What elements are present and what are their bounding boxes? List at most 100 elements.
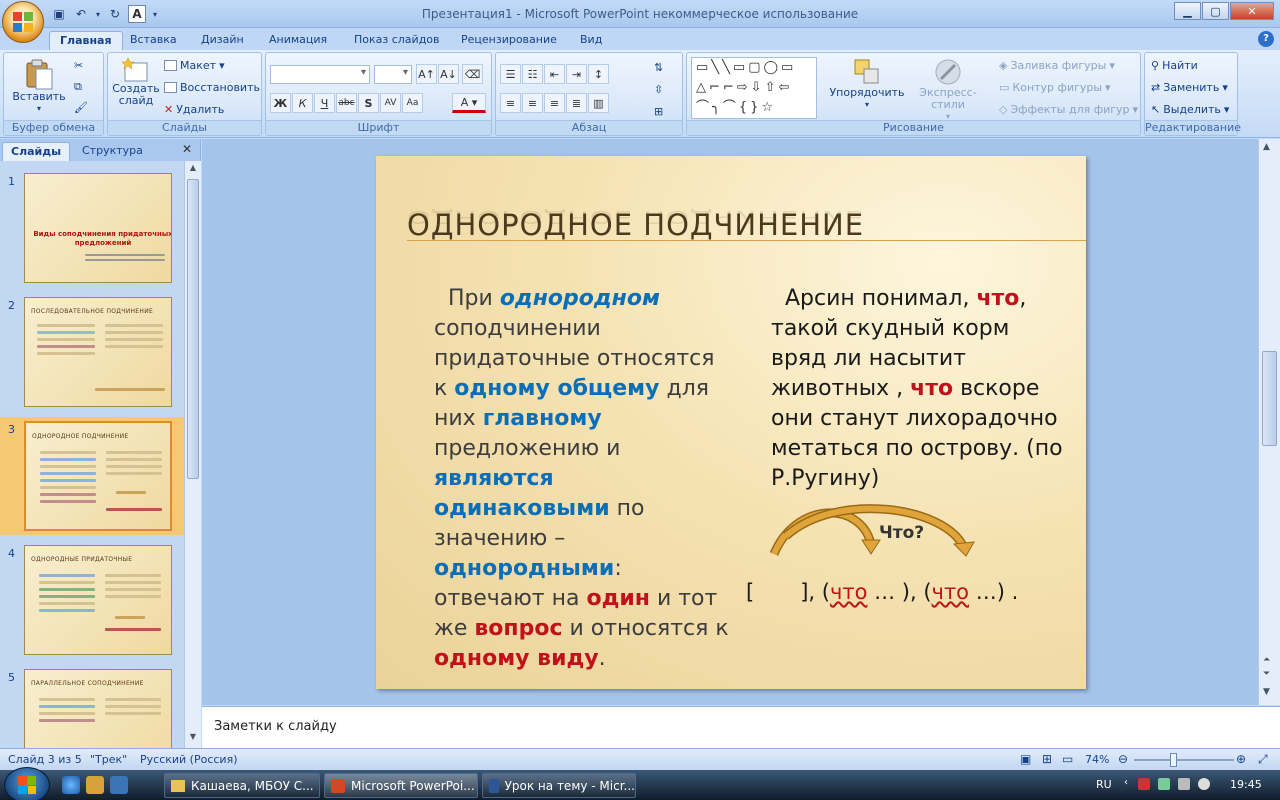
tab-insert[interactable]: Вставка bbox=[120, 31, 187, 50]
underline-icon[interactable]: Ч bbox=[314, 93, 335, 113]
zoom-slider[interactable] bbox=[1134, 753, 1234, 767]
numbering-icon[interactable]: ☷ bbox=[522, 64, 543, 84]
font-color-button-icon[interactable]: A ▾ bbox=[452, 93, 486, 113]
align-text-icon[interactable]: ⇳ bbox=[654, 83, 663, 96]
grow-font-icon[interactable]: A↑ bbox=[416, 64, 437, 84]
tab-outline[interactable]: Структура bbox=[74, 142, 151, 161]
tab-slideshow[interactable]: Показ слайдов bbox=[344, 31, 450, 50]
text-direction-icon[interactable]: ⇅ bbox=[654, 61, 663, 74]
zoom-out-icon[interactable]: ⊖ bbox=[1118, 752, 1128, 766]
italic-icon[interactable]: К bbox=[292, 93, 313, 113]
close-pane-icon[interactable]: ✕ bbox=[182, 142, 192, 156]
columns-icon[interactable]: ▥ bbox=[588, 93, 609, 113]
bold-icon[interactable]: Ж bbox=[270, 93, 291, 113]
taskbar-item[interactable]: Урок на тему - Micr... bbox=[482, 773, 636, 798]
tab-slides[interactable]: Слайды bbox=[2, 142, 71, 161]
quick-styles-button[interactable]: Экспресс-стили ▾ bbox=[905, 57, 991, 123]
line-spacing-icon[interactable]: ↕ bbox=[588, 64, 609, 84]
start-button[interactable] bbox=[4, 767, 50, 800]
tab-design[interactable]: Дизайн bbox=[191, 31, 254, 50]
windows-logo-icon bbox=[18, 776, 36, 794]
smartart-icon[interactable]: ⊞ bbox=[654, 105, 663, 118]
strikethrough-icon[interactable]: abc bbox=[336, 93, 357, 113]
bullets-icon[interactable]: ☰ bbox=[500, 64, 521, 84]
new-slide-button[interactable]: Создать слайд bbox=[112, 57, 160, 107]
align-left-icon[interactable]: ≡ bbox=[500, 93, 521, 113]
clear-format-icon[interactable]: ⌫ bbox=[462, 64, 483, 84]
tab-review[interactable]: Рецензирование bbox=[451, 31, 567, 50]
show-desktop-icon[interactable] bbox=[110, 776, 128, 794]
shrink-font-icon[interactable]: A↓ bbox=[438, 64, 459, 84]
paste-button[interactable]: Вставить ▾ bbox=[12, 57, 66, 115]
shapes-gallery[interactable]: ▭╲╲▭▢◯▭ △⌐⌐⇨⇩⇧⇦ ⌒╮⌒{}☆ bbox=[691, 57, 817, 119]
notes-pane[interactable]: Заметки к слайду bbox=[202, 706, 1280, 748]
slideshow-view-icon[interactable]: ▭ bbox=[1062, 752, 1073, 766]
zoom-slider-thumb[interactable] bbox=[1170, 753, 1177, 767]
taskbar-item[interactable]: Кашаева, МБОУ С... bbox=[164, 773, 320, 798]
align-center-icon[interactable]: ≡ bbox=[522, 93, 543, 113]
power-icon[interactable] bbox=[1178, 778, 1190, 790]
shape-effects-button[interactable]: ◇ Эффекты для фигур ▾ bbox=[999, 103, 1138, 116]
tab-view[interactable]: Вид bbox=[570, 31, 612, 50]
delete-slide-button[interactable]: ✕ Удалить bbox=[164, 103, 224, 116]
fit-slide-icon[interactable]: ⤢ bbox=[1258, 752, 1268, 767]
zoom-in-icon[interactable]: ⊕ bbox=[1236, 752, 1246, 766]
reset-button[interactable]: Восстановить bbox=[164, 81, 260, 94]
shape-outline-button[interactable]: ▭ Контур фигуры ▾ bbox=[999, 81, 1111, 94]
slide-thumbnail[interactable]: 2 ПОСЛЕДОВАТЕЛЬНОЕ ПОДЧИНЕНИЕ bbox=[0, 293, 184, 411]
slide-thumbnail[interactable]: 5 ПАРАЛЛЕЛЬНОЕ СОПОДЧИНЕНИЕ bbox=[0, 665, 184, 748]
antivirus-icon[interactable] bbox=[1138, 778, 1150, 790]
cut-icon[interactable]: ✂ bbox=[74, 59, 83, 72]
find-button[interactable]: ⚲ Найти bbox=[1151, 59, 1198, 72]
volume-icon[interactable] bbox=[1198, 778, 1210, 790]
shape-fill-button[interactable]: ◈ Заливка фигуры ▾ bbox=[999, 59, 1115, 72]
change-case-icon[interactable]: Aa bbox=[402, 93, 423, 113]
window-title: Презентация1 - Microsoft PowerPoint неко… bbox=[421, 7, 859, 21]
clock[interactable]: 19:45 bbox=[1230, 778, 1262, 791]
help-icon[interactable]: ? bbox=[1258, 31, 1274, 47]
layout-button[interactable]: Макет ▾ bbox=[164, 59, 225, 72]
justify-icon[interactable]: ≣ bbox=[566, 93, 587, 113]
right-text-box[interactable]: Арсин понимал, что, такой скудный корм в… bbox=[771, 284, 1071, 494]
zoom-level[interactable]: 74% bbox=[1085, 753, 1109, 766]
font-size-combo[interactable] bbox=[374, 65, 412, 84]
tab-home[interactable]: Главная bbox=[49, 31, 123, 50]
office-button[interactable] bbox=[2, 1, 44, 43]
language-indicator[interactable]: Русский (Россия) bbox=[140, 753, 238, 766]
slide-thumbnail-selected[interactable]: 3 ОДНОРОДНОЕ ПОДЧИНЕНИЕ bbox=[0, 417, 184, 535]
folder-icon bbox=[171, 779, 185, 792]
slide-thumbnail[interactable]: 4 ОДНОРОДНЫЕ ПРИДАТОЧНЫЕ bbox=[0, 541, 184, 659]
decrease-indent-icon[interactable]: ⇤ bbox=[544, 64, 565, 84]
char-spacing-icon[interactable]: AV bbox=[380, 93, 401, 113]
tab-animation[interactable]: Анимация bbox=[259, 31, 337, 50]
copy-icon[interactable]: ⧉ bbox=[74, 80, 82, 94]
taskbar-item-active[interactable]: Microsoft PowerPoi... bbox=[324, 773, 478, 798]
font-family-combo[interactable] bbox=[270, 65, 370, 84]
shadow-icon[interactable]: S bbox=[358, 93, 379, 113]
notes-placeholder: Заметки к слайду bbox=[214, 719, 337, 734]
increase-indent-icon[interactable]: ⇥ bbox=[566, 64, 587, 84]
input-language[interactable]: RU bbox=[1096, 778, 1112, 791]
minimize-button[interactable]: ▁ bbox=[1174, 2, 1201, 20]
left-text-box[interactable]: При однородном соподчинении придаточные … bbox=[434, 284, 734, 674]
replace-button[interactable]: ⇄ Заменить ▾ bbox=[1151, 81, 1228, 94]
slide-scrollbar[interactable]: ▲ ⏶ ⏷ ▼ bbox=[1258, 139, 1280, 705]
slide-thumbnail[interactable]: 1 Виды соподчинения придаточных предложе… bbox=[0, 169, 184, 287]
close-button[interactable]: ✕ bbox=[1230, 2, 1274, 20]
ribbon-tabs: Главная Вставка Дизайн Анимация Показ сл… bbox=[0, 28, 1280, 50]
tray-expand-icon[interactable]: ‹ bbox=[1124, 777, 1128, 788]
network-icon[interactable] bbox=[1158, 778, 1170, 790]
format-painter-icon[interactable]: 🖌 bbox=[74, 101, 88, 114]
maximize-button[interactable]: ▢ bbox=[1202, 2, 1229, 20]
sorter-view-icon[interactable]: ⊞ bbox=[1042, 752, 1052, 766]
ie-icon[interactable] bbox=[62, 776, 80, 794]
align-right-icon[interactable]: ≡ bbox=[544, 93, 565, 113]
select-button[interactable]: ↖ Выделить ▾ bbox=[1151, 103, 1229, 116]
arrange-button[interactable]: Упорядочить ▾ bbox=[829, 57, 905, 111]
normal-view-icon[interactable]: ▣ bbox=[1020, 752, 1031, 766]
paste-icon bbox=[26, 59, 53, 90]
thumbnail-scrollbar[interactable]: ▲ ▼ bbox=[184, 161, 201, 748]
slide-canvas[interactable]: Однородное подчинение Однородное подчине… bbox=[376, 156, 1086, 689]
group-drawing: ▭╲╲▭▢◯▭ △⌐⌐⇨⇩⇧⇦ ⌒╮⌒{}☆ Упорядочить ▾ Экспр… bbox=[686, 52, 1141, 136]
explorer-icon[interactable] bbox=[86, 776, 104, 794]
